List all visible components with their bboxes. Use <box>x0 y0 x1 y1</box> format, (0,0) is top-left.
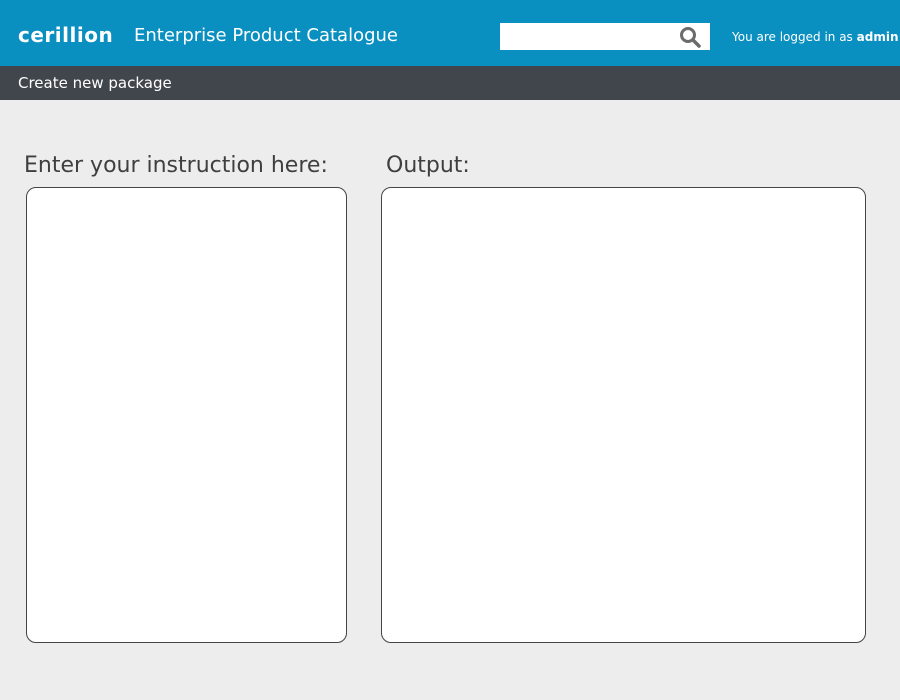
instruction-label: Enter your instruction here: <box>24 153 328 178</box>
page-toolbar: Create new package <box>0 66 900 100</box>
login-username[interactable]: admin <box>857 30 899 44</box>
search-input[interactable] <box>500 23 672 50</box>
instruction-panel <box>26 187 347 643</box>
cerillion-logo[interactable]: cerillion <box>18 22 113 48</box>
output-area[interactable] <box>382 188 865 642</box>
output-panel <box>381 187 866 643</box>
search-box <box>500 23 710 50</box>
app-title: Enterprise Product Catalogue <box>134 25 398 46</box>
search-icon[interactable] <box>678 25 702 49</box>
login-prefix: You are logged in as <box>732 30 853 44</box>
instruction-input[interactable] <box>27 188 346 642</box>
output-label: Output: <box>386 153 470 178</box>
top-header: cerillion Enterprise Product Catalogue Y… <box>0 0 900 66</box>
page-title: Create new package <box>18 74 172 92</box>
login-status: You are logged in as admin <box>732 29 899 45</box>
